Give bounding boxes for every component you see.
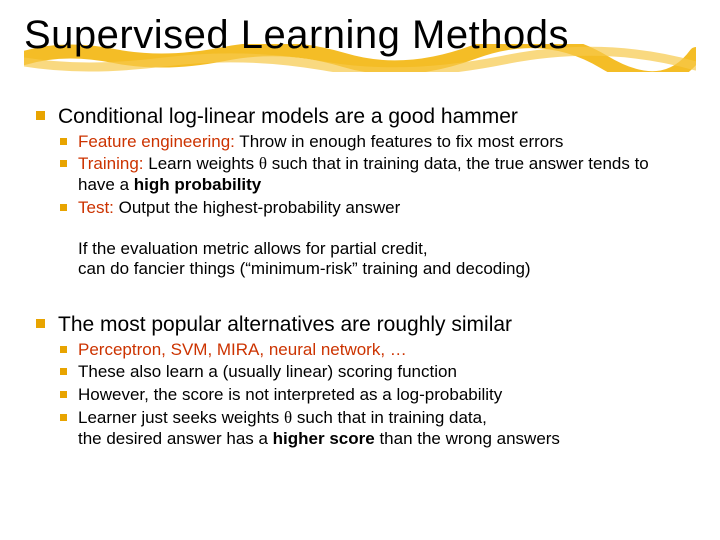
bullet-text: the desired answer has a bbox=[78, 429, 273, 448]
bullet-level2: Training: Learn weights θ such that in t… bbox=[30, 154, 690, 195]
bullet-level2: Learner just seeks weights θ such that i… bbox=[30, 408, 690, 449]
bullet-text: Throw in enough features to fix most err… bbox=[235, 132, 564, 151]
note-line: can do fancier things (“minimum-risk” tr… bbox=[78, 259, 531, 278]
highlight-text: Feature engineering: bbox=[78, 132, 235, 151]
bullet-level1: Conditional log-linear models are a good… bbox=[30, 104, 690, 130]
bold-text: high probability bbox=[134, 175, 262, 194]
bullet-text: Conditional log-linear models are a good… bbox=[58, 105, 518, 128]
slide-title: Supervised Learning Methods bbox=[24, 14, 696, 56]
bullet-level2: Perceptron, SVM, MIRA, neural network, … bbox=[30, 340, 690, 361]
bullet-level2: Feature engineering: Throw in enough fea… bbox=[30, 132, 690, 153]
bullet-text: such that in training data, bbox=[292, 408, 487, 427]
note-text: If the evaluation metric allows for part… bbox=[30, 239, 690, 280]
bullet-text: The most popular alternatives are roughl… bbox=[58, 313, 512, 336]
bullet-level2: However, the score is not interpreted as… bbox=[30, 385, 690, 406]
highlight-text: Test: bbox=[78, 198, 114, 217]
theta-symbol: θ bbox=[259, 154, 267, 173]
bullet-text: These also learn a (usually linear) scor… bbox=[78, 362, 457, 381]
bullet-text: Output the highest-probability answer bbox=[114, 198, 400, 217]
bullet-text: than the wrong answers bbox=[375, 429, 560, 448]
bullet-level2: Test: Output the highest-probability ans… bbox=[30, 198, 690, 219]
bullet-level2: These also learn a (usually linear) scor… bbox=[30, 362, 690, 383]
highlight-text: Perceptron, SVM, MIRA, neural network, … bbox=[78, 340, 407, 359]
bullet-level1: The most popular alternatives are roughl… bbox=[30, 312, 690, 338]
note-line: If the evaluation metric allows for part… bbox=[78, 239, 428, 258]
highlight-text: Training: bbox=[78, 154, 144, 173]
slide-body: Conditional log-linear models are a good… bbox=[0, 56, 720, 449]
bold-text: higher score bbox=[273, 429, 375, 448]
bullet-text: However, the score is not interpreted as… bbox=[78, 385, 502, 404]
bullet-text: Learner just seeks weights bbox=[78, 408, 284, 427]
theta-symbol: θ bbox=[284, 408, 292, 427]
bullet-text: Learn weights bbox=[144, 154, 259, 173]
